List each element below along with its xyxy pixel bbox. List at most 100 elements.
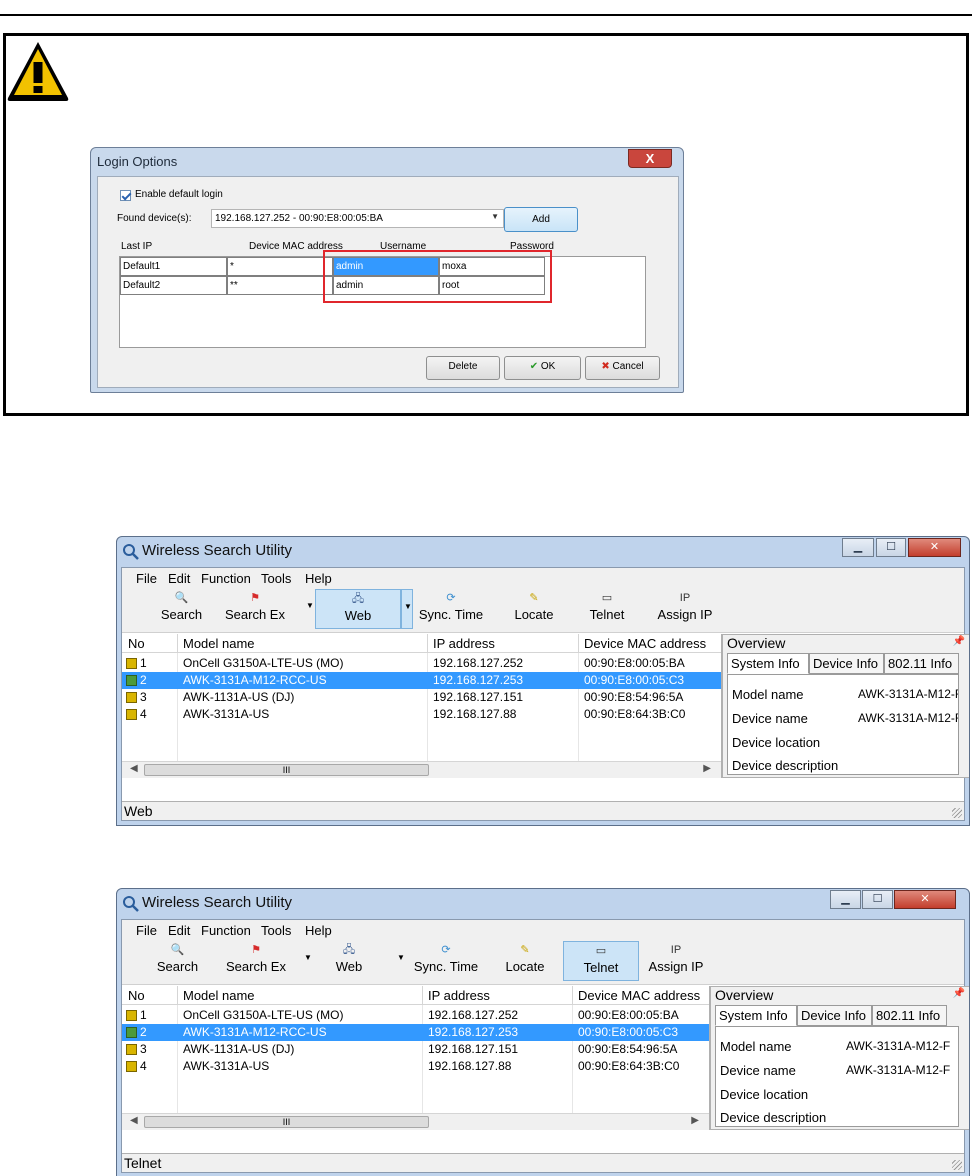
web-dropdown-button[interactable]: ▼ xyxy=(401,589,413,629)
table-row[interactable]: 2 AWK-3131A-M12-RCC-US 192.168.127.253 00:9… xyxy=(122,672,721,689)
table-row[interactable]: 3 AWK-1131A-US (DJ) 192.168.127.151 00:90:E… xyxy=(122,689,721,706)
locate-icon: ✎ xyxy=(529,592,539,604)
scroll-left-icon[interactable]: ◀ xyxy=(130,1115,138,1126)
column-header[interactable]: Device MAC address xyxy=(578,988,700,1003)
field-label: Device location xyxy=(732,735,821,750)
close-button[interactable]: ✕ xyxy=(894,890,956,909)
pin-icon[interactable]: 📌 xyxy=(953,988,965,999)
enable-default-login-checkbox[interactable] xyxy=(120,190,131,201)
table-row[interactable]: 2 AWK-3131A-M12-RCC-US 192.168.127.253 00:9… xyxy=(122,1024,709,1041)
column-header[interactable]: Model name xyxy=(183,636,255,651)
field-label: Device name xyxy=(732,711,808,726)
maximize-button[interactable]: ☐ xyxy=(876,538,906,557)
horizontal-scrollbar[interactable]: ◀ III ▶ xyxy=(122,761,721,778)
toolbar: 🔍 Search ⚑ Search Ex 🖧 Web ⟳ Sync. Time ✎ Locate ▭… xyxy=(122,941,964,985)
toolbar-telnet-button[interactable]: ▭ Telnet xyxy=(584,589,630,629)
field-label: Model name xyxy=(720,1039,792,1054)
cell-mac[interactable]: ** xyxy=(227,276,333,295)
table-row[interactable]: 1 OnCell G3150A-LTE-US (MO) 192.168.127.25… xyxy=(122,655,721,672)
scroll-thumb[interactable]: III xyxy=(144,764,429,776)
pin-icon[interactable]: 📌 xyxy=(953,636,965,647)
column-header[interactable]: Model name xyxy=(183,988,255,1003)
scroll-right-icon[interactable]: ▶ xyxy=(703,763,711,774)
menu-function[interactable]: Function xyxy=(201,571,251,586)
menu-file[interactable]: File xyxy=(136,923,157,938)
column-header[interactable]: No xyxy=(128,636,145,651)
toolbar-sync-time-button[interactable]: ⟳ Sync. Time xyxy=(407,941,485,981)
dialog-close-button[interactable]: X xyxy=(628,149,672,168)
search-ex-dropdown-icon[interactable]: ▼ xyxy=(306,601,314,610)
cell-last-ip[interactable]: Default2 xyxy=(120,276,227,295)
tab-device-info[interactable]: Device Info xyxy=(809,653,884,674)
warning-triangle-icon xyxy=(7,42,69,101)
tab-device-info[interactable]: Device Info xyxy=(797,1005,872,1026)
telnet-icon: ▭ xyxy=(601,592,613,604)
toolbar-assign-ip-button[interactable]: IP Assign IP xyxy=(645,941,707,981)
toolbar-assign-ip-button[interactable]: IP Assign IP xyxy=(654,589,716,629)
chevron-down-icon: ▼ xyxy=(491,212,499,221)
sync-time-icon: ⟳ xyxy=(446,592,456,604)
toolbar-search-ex-button[interactable]: ⚑ Search Ex xyxy=(221,941,291,981)
field-label: Device name xyxy=(720,1063,796,1078)
column-header[interactable]: IP address xyxy=(428,988,490,1003)
ok-button[interactable]: ✔ OK xyxy=(504,356,581,380)
toolbar-locate-button[interactable]: ✎ Locate xyxy=(501,941,549,981)
column-header[interactable]: IP address xyxy=(433,636,495,651)
tab-system-info[interactable]: System Info xyxy=(715,1005,797,1026)
status-text: Web xyxy=(124,803,153,819)
menu-tools[interactable]: Tools xyxy=(261,923,291,938)
toolbar-search-button[interactable]: 🔍 Search xyxy=(150,941,205,981)
search-ex-dropdown-icon[interactable]: ▼ xyxy=(304,953,312,962)
close-button[interactable]: ✕ xyxy=(908,538,961,557)
toolbar-locate-button[interactable]: ✎ Locate xyxy=(510,589,558,629)
menu-tools[interactable]: Tools xyxy=(261,571,291,586)
overview-title: Overview xyxy=(715,987,774,1003)
toolbar-sync-time-button[interactable]: ⟳ Sync. Time xyxy=(412,589,490,629)
menu-help[interactable]: Help xyxy=(305,571,332,586)
cell-last-ip[interactable]: Default1 xyxy=(120,257,227,276)
found-devices-select[interactable]: 192.168.127.252 - 00:90:E8:00:05:BA ▼ xyxy=(211,209,504,228)
minimize-button[interactable]: ▁ xyxy=(830,890,861,909)
chevron-down-icon: ▼ xyxy=(404,602,412,611)
tab-802-11-info[interactable]: 802.11 Info xyxy=(884,653,959,674)
column-header[interactable]: No xyxy=(128,988,145,1003)
scroll-left-icon[interactable]: ◀ xyxy=(130,763,138,774)
field-label: Model name xyxy=(732,687,804,702)
toolbar: 🔍 Search ⚑ Search Ex 🖧 Web ⟳ Sync. Time ✎ Locate ▭… xyxy=(122,589,964,633)
column-header[interactable]: Device MAC address xyxy=(584,636,706,651)
table-row[interactable]: 1 OnCell G3150A-LTE-US (MO) 192.168.127.25… xyxy=(122,1007,709,1024)
scroll-thumb[interactable]: III xyxy=(144,1116,429,1128)
menu-function[interactable]: Function xyxy=(201,923,251,938)
toolbar-telnet-button[interactable]: ▭ Telnet xyxy=(563,941,639,981)
cell-mac[interactable]: * xyxy=(227,257,333,276)
tab-system-info[interactable]: System Info xyxy=(727,653,809,674)
table-row[interactable]: 4 AWK-3131A-US 192.168.127.88 00:90:E8:64:3… xyxy=(122,1058,709,1075)
model-name-value: AWK-3131A-M12-F xyxy=(858,687,959,701)
sync-time-icon: ⟳ xyxy=(441,944,451,956)
cancel-button[interactable]: ✖ Cancel xyxy=(585,356,660,380)
toolbar-web-button[interactable]: 🖧 Web xyxy=(315,589,401,629)
toolbar-search-button[interactable]: 🔍 Search xyxy=(154,589,209,629)
menu-help[interactable]: Help xyxy=(305,923,332,938)
device-icon xyxy=(126,1061,137,1072)
device-name-value: AWK-3131A-M12-F xyxy=(858,711,959,725)
toolbar-web-button[interactable]: 🖧 Web xyxy=(325,941,373,981)
table-row[interactable]: 3 AWK-1131A-US (DJ) 192.168.127.151 00:90:E… xyxy=(122,1041,709,1058)
horizontal-scrollbar[interactable]: ◀ III ▶ xyxy=(122,1113,709,1130)
resize-grip[interactable] xyxy=(952,808,962,818)
toolbar-search-ex-button[interactable]: ⚑ Search Ex xyxy=(225,589,285,629)
add-button[interactable]: Add xyxy=(504,207,578,232)
menu-edit[interactable]: Edit xyxy=(168,923,190,938)
menu-edit[interactable]: Edit xyxy=(168,571,190,586)
table-row[interactable]: 4 AWK-3131A-US 192.168.127.88 00:90:E8:64:3… xyxy=(122,706,721,723)
device-icon xyxy=(126,1044,137,1055)
found-devices-label: Found device(s): xyxy=(117,213,192,224)
scroll-right-icon[interactable]: ▶ xyxy=(691,1115,699,1126)
resize-grip[interactable] xyxy=(952,1160,962,1170)
tab-802-11-info[interactable]: 802.11 Info xyxy=(872,1005,947,1026)
maximize-button[interactable]: ☐ xyxy=(862,890,893,909)
web-dropdown-icon[interactable]: ▼ xyxy=(397,953,405,962)
delete-button[interactable]: Delete xyxy=(426,356,500,380)
menu-file[interactable]: File xyxy=(136,571,157,586)
minimize-button[interactable]: ▁ xyxy=(842,538,874,557)
